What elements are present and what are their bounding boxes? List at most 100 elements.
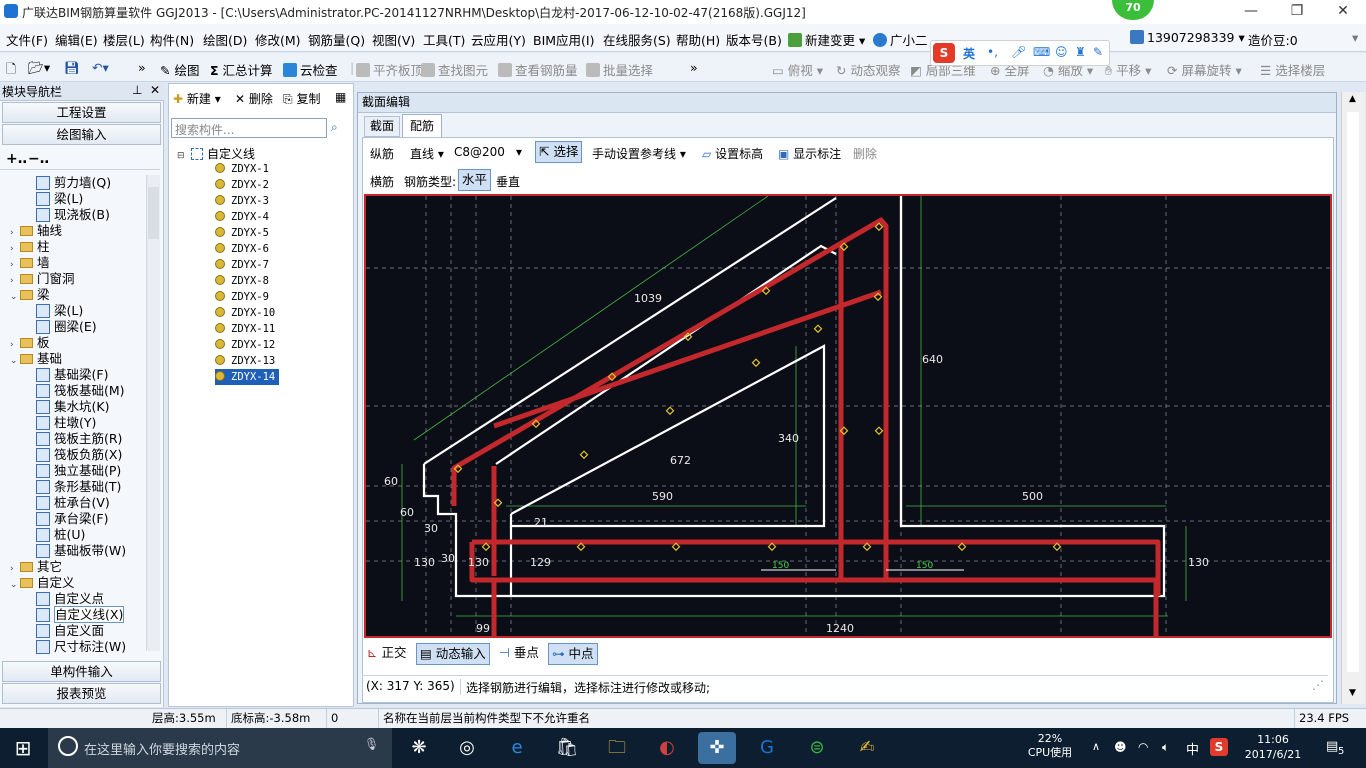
network-icon[interactable]: ◠ — [1138, 740, 1148, 754]
delete-component-button[interactable]: ✕ 删除 — [235, 90, 273, 107]
delete-rebar-button[interactable]: 删除 — [853, 145, 877, 162]
minimize-button[interactable]: — — [1228, 0, 1274, 24]
tree-item[interactable]: 筏板负筋(X) — [36, 447, 122, 463]
tree-item[interactable]: ⌄ 自定义 — [10, 575, 75, 591]
collapse-icon[interactable]: ⌄ — [10, 289, 20, 305]
menu-overflow-icon[interactable]: ▾ — [1352, 30, 1358, 45]
tree-item[interactable]: 桩承台(V) — [36, 495, 110, 511]
menu-online[interactable]: 在线服务(S) — [603, 30, 671, 49]
ime-toolbar[interactable]: S 英 •, 🎤︎ ⌨ ☺ ♜ ✎ — [930, 40, 1110, 66]
tree-item[interactable]: › 柱 — [10, 239, 50, 255]
component-list-item[interactable]: ZDYX-8 — [215, 273, 269, 289]
component-list-item[interactable]: ZDYX-10 — [215, 305, 275, 321]
dynamic-view-button[interactable]: ↻ 动态观察 — [836, 60, 900, 79]
screen-rotate-button[interactable]: ⟳ 屏幕旋转 ▾ — [1167, 60, 1242, 79]
sum-calc-button[interactable]: Σ 汇总计算 — [210, 60, 273, 79]
tree-item[interactable]: 现浇板(B) — [36, 207, 110, 223]
tree-item[interactable]: 基础梁(F) — [36, 367, 108, 383]
select-button[interactable]: ⇱ 选择 — [535, 141, 583, 163]
long-rebar-label[interactable]: 纵筋 — [370, 145, 394, 162]
cost-beans[interactable]: 造价豆:0 — [1248, 30, 1298, 49]
tree-item[interactable]: › 其它 — [10, 559, 62, 575]
expand-all-icon[interactable]: +‥ — [6, 151, 27, 167]
user-icon[interactable]: ☺ — [1055, 45, 1068, 59]
trans-rebar-label[interactable]: 横筋 — [370, 173, 394, 190]
tree-item[interactable]: 筏板主筋(R) — [36, 431, 122, 447]
tree-item[interactable]: 筏板基础(M) — [36, 383, 125, 399]
collapse-icon[interactable]: ⌄ — [10, 353, 20, 369]
set-elevation-button[interactable]: ⏥ 设置标高 — [702, 145, 763, 162]
menu-view[interactable]: 视图(V) — [372, 30, 415, 49]
tree-item[interactable]: 尺寸标注(W) — [36, 639, 126, 655]
single-input-button[interactable]: 单构件输入 — [2, 661, 161, 682]
open-file-icon[interactable]: 📂︎▾ — [28, 60, 50, 76]
tray-chevron-icon[interactable]: ∧ — [1092, 740, 1100, 753]
new-file-icon[interactable]: 🗋 — [6, 60, 16, 81]
tree-item[interactable]: 承台梁(F) — [36, 511, 108, 527]
new-change-button[interactable]: 新建变更 ▾ — [788, 30, 865, 49]
collapse-icon[interactable]: ⌄ — [10, 577, 20, 593]
mic-search-icon[interactable]: 🎙︎ — [364, 737, 379, 751]
component-list-item[interactable]: ZDYX-5 — [215, 225, 269, 241]
collapse-all-icon[interactable]: −‥ — [28, 151, 49, 167]
tree-scroll-thumb[interactable] — [148, 187, 159, 239]
tree-item[interactable]: 圈梁(E) — [36, 319, 97, 335]
tree-item[interactable]: 独立基础(P) — [36, 463, 121, 479]
search-icon[interactable]: ⌕ — [331, 120, 338, 135]
score-badge[interactable]: 70 — [1112, 0, 1154, 20]
section-canvas[interactable]: 1039 640 340 672 590 500 60 60 30 30 130… — [364, 194, 1332, 638]
taskbar-search[interactable]: 在这里输入你要搜索的内容 🎙︎ — [48, 728, 392, 768]
section-drawing[interactable]: 1039 640 340 672 590 500 60 60 30 30 130… — [366, 196, 1330, 636]
close-button[interactable]: ✕ — [1320, 0, 1366, 24]
sogou-tray-icon[interactable]: S — [1210, 738, 1228, 756]
notification-icon[interactable]: ▤ — [1326, 739, 1338, 754]
tree-item[interactable]: ⌄ 基础 — [10, 351, 62, 367]
menu-rebar-qty[interactable]: 钢筋量(Q) — [308, 30, 365, 49]
dynamic-input-button[interactable]: ▤ 动态输入 — [416, 643, 490, 665]
windows-start-icon[interactable]: ⊞ — [4, 732, 42, 764]
collapse-icon[interactable]: ⊟ — [177, 151, 187, 161]
tree-item[interactable]: › 板 — [10, 335, 50, 351]
wrench-icon[interactable]: ✎ — [1093, 45, 1103, 59]
menu-bim[interactable]: BIM应用(I) — [533, 30, 595, 49]
menu-cloud[interactable]: 云应用(Y) — [471, 30, 526, 49]
line-mode-select[interactable]: 直线 ▾ — [410, 145, 444, 162]
new-component-button[interactable]: ✚ 新建 ▾ — [173, 90, 221, 107]
file-explorer-icon[interactable]: 🗀 — [598, 732, 636, 764]
component-list-item[interactable]: ZDYX-9 — [215, 289, 269, 305]
menu-floor[interactable]: 楼层(L) — [103, 30, 145, 49]
component-list-item[interactable]: ZDYX-13 — [215, 353, 275, 369]
component-list-item[interactable]: ZDYX-3 — [215, 193, 269, 209]
sogou-app-icon[interactable]: ◐ — [648, 732, 686, 764]
project-settings-button[interactable]: 工程设置 — [2, 102, 161, 123]
right-scroll-track[interactable] — [1347, 112, 1359, 672]
draw-input-button[interactable]: 绘图输入 — [2, 124, 161, 145]
select-floor-button[interactable]: ☰ 选择楼层 — [1260, 60, 1325, 79]
component-list-item[interactable]: ZDYX-4 — [215, 209, 269, 225]
ime-lang-indicator[interactable]: 中 — [1186, 739, 1199, 758]
menu-modify[interactable]: 修改(M) — [255, 30, 301, 49]
tree-item[interactable]: 梁(L) — [36, 303, 83, 319]
menu-edit[interactable]: 编辑(E) — [55, 30, 98, 49]
notes-app-icon[interactable]: ✍ — [848, 732, 886, 764]
menu-draw[interactable]: 绘图(D) — [203, 30, 247, 49]
cloud-check-button[interactable]: 云检查 — [283, 60, 338, 79]
right-scrollbar[interactable]: ▲ ▼ — [1341, 92, 1365, 704]
menu-tools[interactable]: 工具(T) — [423, 30, 465, 49]
tree-item[interactable]: 柱墩(Y) — [36, 415, 96, 431]
component-list-item[interactable]: ZDYX-1 — [215, 161, 269, 177]
tree-root-custom-line[interactable]: ⊟ 自定义线 — [177, 145, 255, 162]
tree-item[interactable]: 条形基础(T) — [36, 479, 121, 495]
menu-file[interactable]: 文件(F) — [6, 30, 48, 49]
tree-item[interactable]: ⌄ 梁 — [10, 287, 50, 303]
assistant-button[interactable]: 广小二 — [873, 30, 928, 49]
manual-ref-line-select[interactable]: 手动设置参考线 ▾ — [592, 145, 686, 162]
tab-section[interactable]: 截面 — [364, 116, 400, 137]
toolbar-overflow-icon[interactable]: » — [138, 60, 146, 75]
top-view-button[interactable]: ▭ 俯视 ▾ — [772, 60, 823, 79]
perpendicular-button[interactable]: ⊣ 垂点 — [496, 643, 542, 665]
component-list-item[interactable]: ZDYX-12 — [215, 337, 275, 353]
clock[interactable]: 11:06 2017/6/21 — [1240, 732, 1306, 764]
ortho-button[interactable]: ⊾ 正交 — [364, 643, 409, 665]
report-preview-button[interactable]: 报表预览 — [2, 683, 161, 704]
